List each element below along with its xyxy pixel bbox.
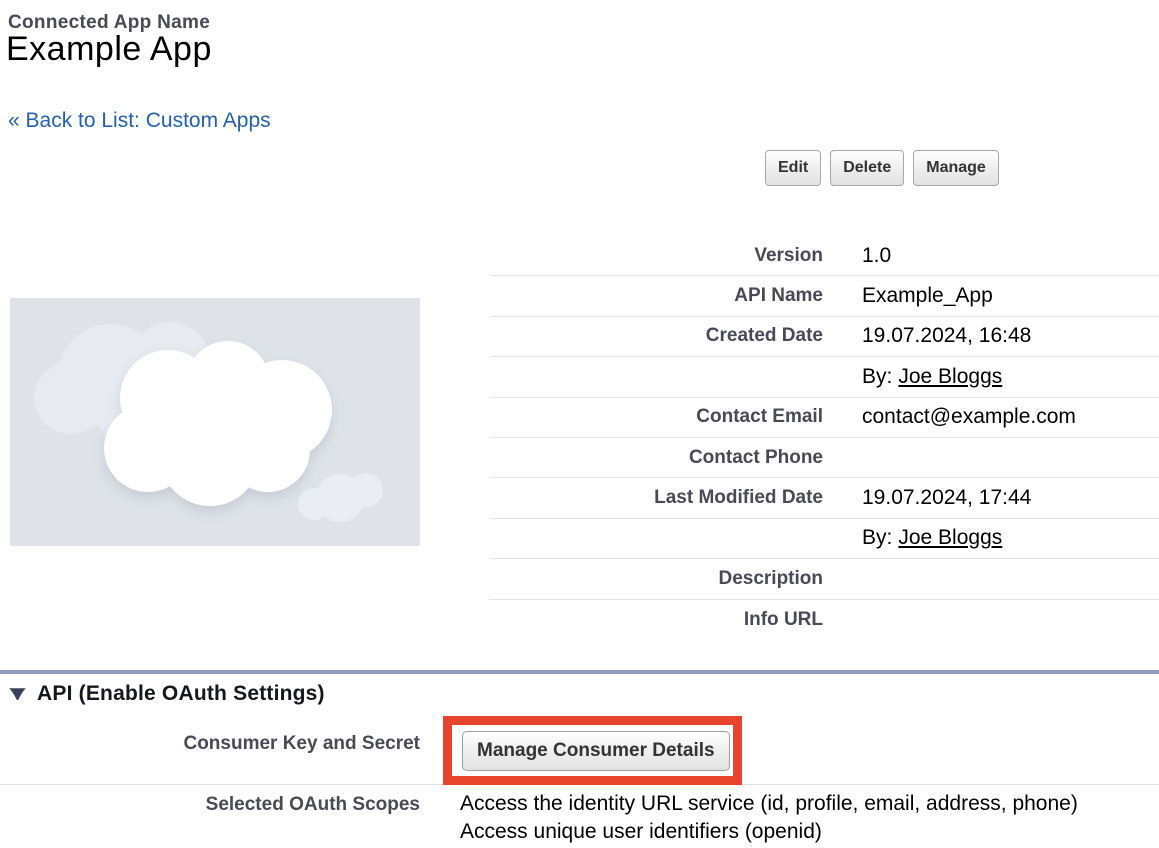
created-by-link[interactable]: Joe Bloggs	[898, 365, 1002, 388]
table-row: By: Joe Bloggs	[490, 357, 1159, 397]
cloud-icon	[10, 298, 420, 546]
table-row: API Name Example_App	[490, 276, 1159, 316]
table-row: Description	[490, 559, 1159, 599]
action-toolbar: Edit Delete Manage	[765, 150, 999, 186]
field-value: 19.07.2024, 17:44	[823, 486, 1031, 510]
field-label: Version	[490, 245, 823, 267]
delete-button[interactable]: Delete	[830, 150, 904, 186]
modified-by-link[interactable]: Joe Bloggs	[898, 526, 1002, 549]
field-value: 1.0	[823, 244, 891, 268]
page-title: Example App	[6, 30, 212, 69]
scope-item: Access the identity URL service (id, pro…	[460, 790, 1078, 818]
triangle-down-icon[interactable]	[8, 686, 27, 702]
field-value: Example_App	[823, 284, 993, 308]
section-divider	[0, 670, 1159, 674]
field-label: Description	[490, 568, 823, 590]
field-label: Contact Email	[490, 406, 823, 428]
table-row: Last Modified Date 19.07.2024, 17:44	[490, 478, 1159, 518]
field-label: Created Date	[490, 325, 823, 347]
connected-app-detail-page: Connected App Name Example App « Back to…	[0, 0, 1159, 848]
table-row: Created Date 19.07.2024, 16:48	[490, 317, 1159, 357]
oauth-scopes-values: Access the identity URL service (id, pro…	[460, 790, 1078, 845]
consumer-key-label: Consumer Key and Secret	[0, 733, 420, 755]
field-label: Last Modified Date	[490, 487, 823, 509]
field-value: contact@example.com	[823, 405, 1076, 429]
table-row: Info URL	[490, 600, 1159, 640]
manage-consumer-details-button[interactable]: Manage Consumer Details	[462, 731, 730, 771]
field-label: Info URL	[490, 609, 823, 631]
edit-button[interactable]: Edit	[765, 150, 821, 186]
manage-button[interactable]: Manage	[913, 150, 999, 186]
app-logo	[10, 298, 420, 546]
table-row: By: Joe Bloggs	[490, 519, 1159, 559]
table-row: Contact Email contact@example.com	[490, 398, 1159, 438]
field-value: 19.07.2024, 16:48	[823, 324, 1031, 348]
highlight-box: Manage Consumer Details	[443, 716, 742, 785]
field-label: Contact Phone	[490, 447, 823, 469]
section-title: API (Enable OAuth Settings)	[37, 682, 325, 706]
field-label: API Name	[490, 285, 823, 307]
back-to-list-link[interactable]: « Back to List: Custom Apps	[8, 109, 271, 133]
table-row: Version 1.0	[490, 236, 1159, 276]
table-row: Contact Phone	[490, 438, 1159, 478]
by-prefix: By:	[862, 526, 892, 549]
field-value: By: Joe Bloggs	[823, 526, 1002, 550]
by-prefix: By:	[862, 365, 892, 388]
detail-table: Version 1.0 API Name Example_App Created…	[490, 236, 1159, 640]
oauth-scopes-label: Selected OAuth Scopes	[0, 794, 420, 816]
oauth-section-header[interactable]: API (Enable OAuth Settings)	[8, 682, 325, 706]
scope-item: Access unique user identifiers (openid)	[460, 818, 1078, 846]
field-value: By: Joe Bloggs	[823, 365, 1002, 389]
